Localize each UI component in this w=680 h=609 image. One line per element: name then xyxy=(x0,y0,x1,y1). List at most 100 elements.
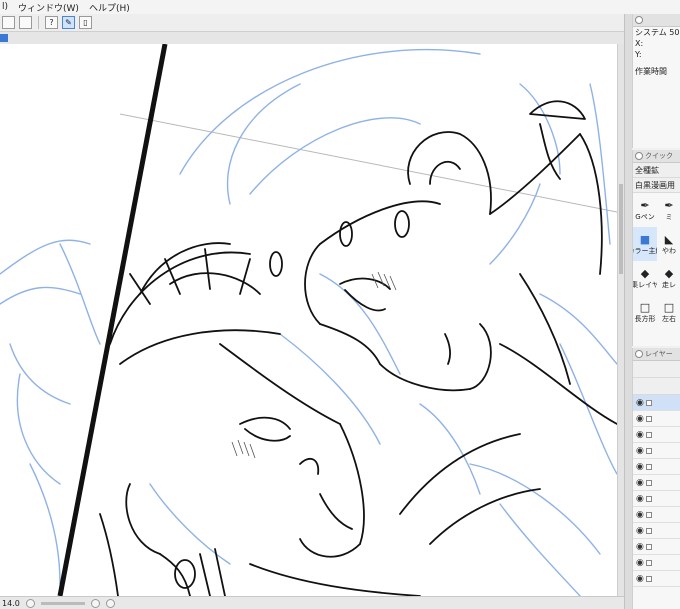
eye-icon[interactable]: ◉ xyxy=(636,446,644,456)
zoom-out-icon[interactable] xyxy=(25,598,35,608)
layer-lock-checkbox[interactable] xyxy=(645,575,652,582)
layer-row[interactable]: ◉ xyxy=(633,571,680,587)
layer-row[interactable]: ◉ xyxy=(633,539,680,555)
eye-icon[interactable]: ◉ xyxy=(636,558,644,568)
scrollbar-thumb[interactable] xyxy=(619,184,623,274)
tool-color-lineart[interactable]: ■ カラー主線 xyxy=(633,227,657,261)
menu-item-help[interactable]: ヘルプ(H) xyxy=(89,1,130,14)
coord-y-label: Y: xyxy=(635,50,642,59)
layer-blend-mode[interactable] xyxy=(633,361,680,378)
layer-row[interactable]: ◉ xyxy=(633,475,680,491)
search-icon xyxy=(635,152,643,160)
tool-g-pen[interactable]: ✒ Gペン xyxy=(633,193,657,227)
help-icon[interactable]: ? xyxy=(45,16,58,29)
tool-soft[interactable]: ◣ やわ xyxy=(657,227,680,261)
layer-lock-checkbox[interactable] xyxy=(645,543,652,550)
layer-toolbar[interactable] xyxy=(633,378,680,395)
layer-row[interactable]: ◉ xyxy=(633,523,680,539)
brush-icon: ◣ xyxy=(664,232,674,246)
menu-bar: l) ウィンドウ(W) ヘルプ(H) xyxy=(0,0,680,14)
eye-icon[interactable]: ◉ xyxy=(636,414,644,424)
layer-row[interactable]: ◉ xyxy=(633,491,680,507)
eye-icon[interactable]: ◉ xyxy=(636,430,644,440)
tool-rectangle[interactable]: □ 長方形 xyxy=(633,295,657,329)
tool-label: やわ xyxy=(662,246,676,255)
subtool-grid: ✒ Gペン ✒ ミ ■ カラー主線 ◣ やわ ◆ 塩集レイヤー ◆ 走レ □ 長… xyxy=(633,193,680,329)
tool-label: ミ xyxy=(665,212,673,221)
layer-row[interactable]: ◉ xyxy=(633,395,680,411)
pen-icon: ✒ xyxy=(640,198,650,212)
menu-item-view[interactable]: l) xyxy=(2,2,8,12)
eye-icon[interactable]: ◉ xyxy=(636,574,644,584)
canvas-vertical-scrollbar[interactable] xyxy=(617,44,624,596)
subtool-group[interactable]: 白黒漫画用 xyxy=(633,178,680,193)
zoom-value[interactable]: 14.0 xyxy=(2,599,20,608)
layer-header: レイヤー xyxy=(633,348,680,361)
tool-label: 走レ xyxy=(662,280,676,289)
layer-lock-checkbox[interactable] xyxy=(645,447,652,454)
brush-icon: ■ xyxy=(639,232,651,246)
tool-mi[interactable]: ✒ ミ xyxy=(657,193,680,227)
layer-lock-checkbox[interactable] xyxy=(645,559,652,566)
system-zoom: システム 50.0% xyxy=(635,28,680,37)
eye-icon[interactable]: ◉ xyxy=(636,398,644,408)
coord-x-label: X: xyxy=(635,39,644,48)
layer-row[interactable]: ◉ xyxy=(633,507,680,523)
navigator-icon xyxy=(635,16,643,24)
layer-row[interactable]: ◉ xyxy=(633,427,680,443)
drawing-canvas[interactable] xyxy=(0,44,617,596)
phone-icon[interactable]: ▯ xyxy=(79,16,92,29)
square-icon[interactable] xyxy=(2,16,15,29)
artwork xyxy=(0,44,617,596)
eye-icon[interactable]: ◉ xyxy=(636,462,644,472)
layer-row[interactable]: ◉ xyxy=(633,443,680,459)
layer-lock-checkbox[interactable] xyxy=(645,527,652,534)
eye-icon[interactable]: ◉ xyxy=(636,510,644,520)
rotate-icon[interactable] xyxy=(105,598,115,608)
zoom-in-icon[interactable] xyxy=(90,598,100,608)
pen-icon: ✒ xyxy=(664,198,674,212)
navigator-header xyxy=(633,14,680,27)
layer-row[interactable]: ◉ xyxy=(633,459,680,475)
tool-left-right[interactable]: □ 左右 xyxy=(657,295,680,329)
layer-lock-checkbox[interactable] xyxy=(645,511,652,518)
eye-icon[interactable]: ◉ xyxy=(636,478,644,488)
tool-other-layer[interactable]: ◆ 走レ xyxy=(657,261,680,295)
subtool-group-label: 白黒漫画用 xyxy=(635,180,675,190)
zoom-slider[interactable] xyxy=(40,601,85,605)
layer-lock-checkbox[interactable] xyxy=(645,399,652,406)
fill-icon: ◆ xyxy=(664,266,674,280)
tool-edit-layer[interactable]: ◆ 塩集レイヤー xyxy=(633,261,657,295)
rect-icon: □ xyxy=(663,300,675,314)
layer-row[interactable]: ◉ xyxy=(633,555,680,571)
rect-icon: □ xyxy=(639,300,651,314)
tool-label: 長方形 xyxy=(634,314,656,323)
layer-lock-checkbox[interactable] xyxy=(645,463,652,470)
canvas-tab-marker[interactable] xyxy=(0,34,8,42)
layers-icon xyxy=(635,350,643,358)
subtool-search[interactable]: 全種鉱 xyxy=(633,163,680,178)
command-bar: ? ✎ ▯ xyxy=(0,14,680,32)
layer-lock-checkbox[interactable] xyxy=(645,495,652,502)
subtool-search-label: 全種鉱 xyxy=(635,165,659,175)
fill-icon: ◆ xyxy=(640,266,650,280)
eye-icon[interactable]: ◉ xyxy=(636,542,644,552)
work-time-label: 作業時間 xyxy=(635,67,667,76)
square-icon[interactable] xyxy=(19,16,32,29)
subtool-panel: クイック 全種鉱 白黒漫画用 ✒ Gペン ✒ ミ ■ カラー主線 ◣ やわ ◆ … xyxy=(632,150,680,346)
subtool-header-label: クイック xyxy=(645,152,673,160)
layer-lock-checkbox[interactable] xyxy=(645,431,652,438)
layer-lock-checkbox[interactable] xyxy=(645,479,652,486)
eye-icon[interactable]: ◉ xyxy=(636,526,644,536)
toolbar-separator xyxy=(38,16,39,29)
eye-icon[interactable]: ◉ xyxy=(636,494,644,504)
tool-label: Gペン xyxy=(635,212,655,221)
menu-item-window[interactable]: ウィンドウ(W) xyxy=(18,1,79,14)
panel-dock-gutter[interactable] xyxy=(624,14,632,609)
layer-row[interactable]: ◉ xyxy=(633,411,680,427)
status-bar: 14.0 xyxy=(0,596,624,609)
layer-panel: レイヤー ◉ ◉ ◉ ◉ ◉ ◉ ◉ ◉ ◉ ◉ ◉ ◉ xyxy=(632,348,680,609)
pen-icon[interactable]: ✎ xyxy=(62,16,75,29)
layer-lock-checkbox[interactable] xyxy=(645,415,652,422)
tool-label: カラー主線 xyxy=(633,246,657,255)
